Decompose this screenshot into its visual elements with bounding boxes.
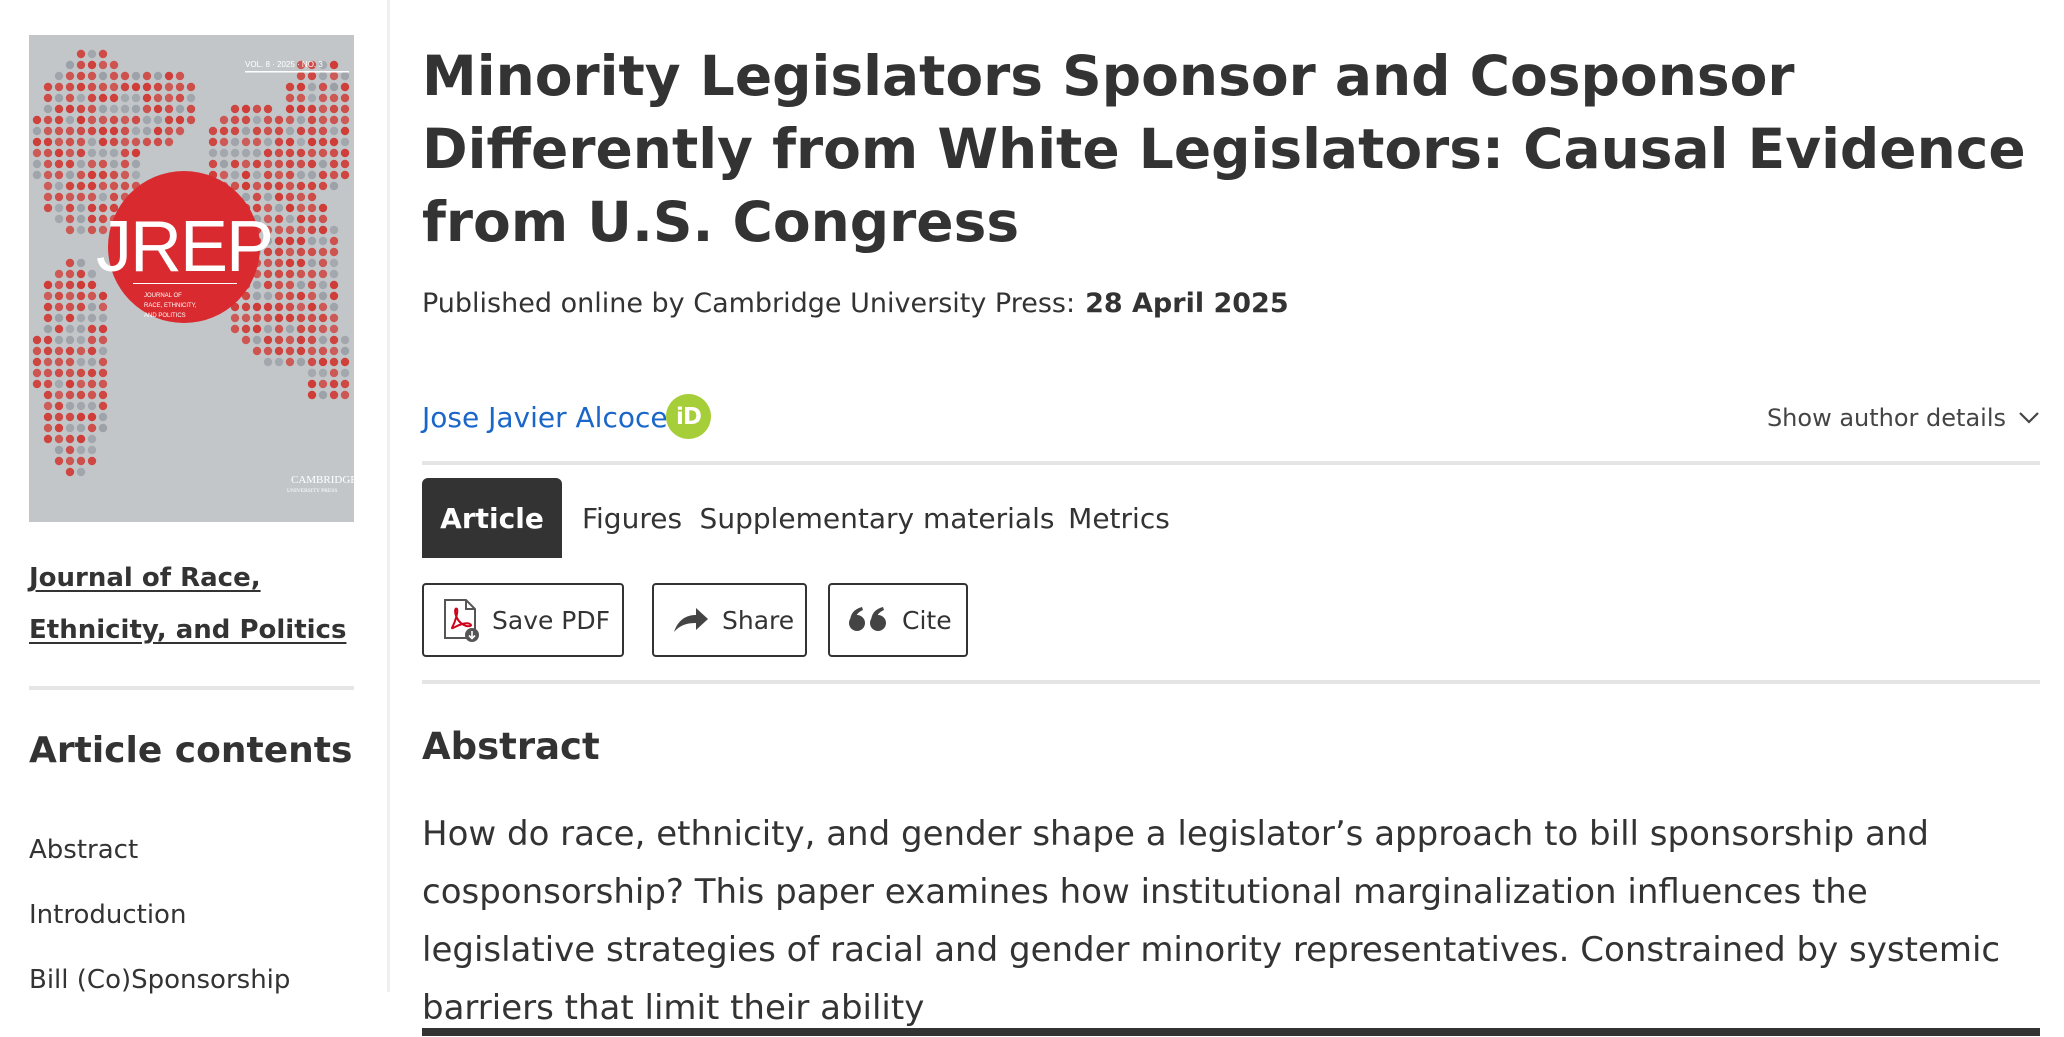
publication-info: Published online by Cambridge University… bbox=[422, 288, 1289, 319]
cite-button[interactable]: Cite bbox=[828, 583, 968, 657]
journal-name-line-1: Journal of Race, bbox=[29, 563, 261, 593]
journal-name-line-2: Ethnicity, and Politics bbox=[29, 615, 347, 645]
cover-publisher-1: CAMBRIDGE bbox=[291, 474, 354, 486]
share-arrow-icon bbox=[674, 608, 708, 632]
tab-metrics[interactable]: Metrics bbox=[1054, 478, 1184, 558]
journal-name-link[interactable]: Journal of Race, Ethnicity, and Politics bbox=[29, 552, 359, 656]
orcid-icon[interactable]: iD bbox=[666, 394, 711, 439]
article-tabs: Article Figures Supplementary materials … bbox=[422, 478, 2040, 1036]
actions-divider bbox=[422, 680, 2040, 684]
show-author-details-label: Show author details bbox=[1766, 404, 2006, 432]
contents-item-bill-cosponsorship[interactable]: Bill (Co)Sponsorship bbox=[29, 948, 290, 1013]
contents-item-introduction[interactable]: Introduction bbox=[29, 883, 290, 948]
cite-label: Cite bbox=[902, 605, 952, 635]
article-contents-heading: Article contents bbox=[29, 730, 353, 771]
header-divider bbox=[422, 461, 2040, 465]
quote-icon bbox=[849, 607, 886, 631]
cover-artwork: VOL. 8 · 2025 · NO. 3 JREP JOURNAL OF RA… bbox=[32, 49, 354, 494]
cover-volume-line: VOL. 8 · 2025 · NO. 3 bbox=[245, 60, 323, 69]
journal-cover-image[interactable]: VOL. 8 · 2025 · NO. 3 JREP JOURNAL OF RA… bbox=[29, 35, 354, 522]
article-contents-list: Abstract Introduction Bill (Co)Sponsorsh… bbox=[29, 818, 290, 1013]
tab-figures[interactable]: Figures bbox=[562, 478, 702, 558]
tab-supplementary-materials[interactable]: Supplementary materials bbox=[700, 478, 1055, 558]
cover-rule bbox=[245, 71, 349, 73]
cover-subtitle-2: RACE, ETHNICITY, bbox=[144, 303, 197, 309]
published-label: Published online by Cambridge University… bbox=[422, 288, 1076, 319]
sidebar: VOL. 8 · 2025 · NO. 3 JREP JOURNAL OF RA… bbox=[0, 0, 390, 995]
save-pdf-label: Save PDF bbox=[492, 605, 611, 635]
cover-logo-text: JREP bbox=[96, 207, 272, 287]
save-pdf-button[interactable]: Save PDF bbox=[422, 583, 624, 657]
pdf-file-icon bbox=[444, 599, 479, 642]
share-button[interactable]: Share bbox=[652, 583, 807, 657]
sidebar-divider bbox=[29, 686, 354, 690]
contents-item-abstract[interactable]: Abstract bbox=[29, 818, 290, 883]
author-row: Jose Javier Alcocer iD Show author detai… bbox=[422, 394, 2040, 442]
article-title: Minority Legislators Sponsor and Cospons… bbox=[422, 44, 2026, 254]
chevron-down-icon bbox=[2019, 412, 2039, 424]
cover-subtitle-1: JOURNAL OF bbox=[144, 293, 182, 299]
share-label: Share bbox=[722, 605, 795, 635]
cover-logo-rule bbox=[133, 283, 237, 284]
author-link[interactable]: Jose Javier Alcocer bbox=[422, 401, 679, 434]
cover-publisher-2: UNIVERSITY PRESS bbox=[287, 488, 337, 494]
published-date: 28 April 2025 bbox=[1085, 288, 1289, 319]
abstract-heading: Abstract bbox=[422, 725, 600, 768]
abstract-text: How do race, ethnicity, and gender shape… bbox=[422, 814, 2001, 1028]
cover-subtitle-3: AND POLITICS bbox=[144, 313, 186, 319]
tab-article[interactable]: Article bbox=[422, 478, 562, 558]
show-author-details-toggle[interactable]: Show author details bbox=[1767, 404, 2040, 432]
